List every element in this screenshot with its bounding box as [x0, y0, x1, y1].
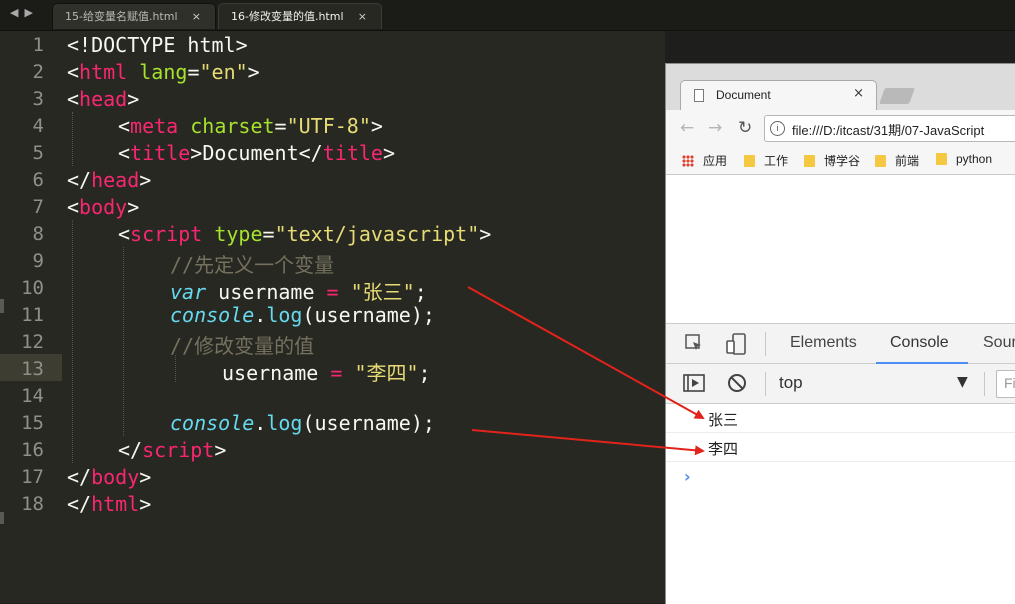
line-number: 3 — [32, 88, 44, 110]
code-line-8: <script type="text/javascript"> — [118, 222, 492, 246]
reload-icon[interactable]: ↻ — [738, 118, 752, 138]
tab-sources[interactable]: Sources — [983, 334, 1015, 352]
editor-tab-label: 15-给变量名赋值.html — [65, 10, 178, 23]
code-line-16: </script> — [118, 438, 227, 462]
close-icon[interactable]: × — [358, 4, 367, 30]
browser-tab[interactable]: Document × — [680, 80, 877, 110]
indent-guide — [72, 220, 73, 463]
code-line-13: username = "李四"; — [222, 361, 431, 385]
dropdown-arrow-icon[interactable]: ▼ — [957, 374, 968, 390]
code-line-5: <title>Document</title> — [118, 141, 395, 165]
bookmark-folder-boxuegu[interactable]: 博学谷 — [804, 152, 860, 169]
line-number: 9 — [32, 250, 44, 272]
code-line-2: <html lang="en"> — [67, 60, 260, 84]
line-number: 7 — [32, 196, 44, 218]
editor-tab-16[interactable]: 16-修改变量的值.html × — [218, 3, 382, 29]
devtools-tab-bar: Elements Console Sources — [666, 323, 1015, 364]
bookmark-folder-python[interactable]: python — [936, 152, 992, 166]
code-line-3: <head> — [67, 87, 140, 111]
filter-input[interactable]: Filter — [996, 370, 1015, 398]
folder-icon — [875, 155, 886, 167]
line-number: 16 — [21, 439, 44, 461]
folder-icon — [744, 155, 755, 167]
browser-window: Document × ← → ↻ i file:///D:/itcast/31期… — [665, 63, 1015, 604]
browser-toolbar: ← → ↻ i file:///D:/itcast/31期/07-JavaScr… — [666, 110, 1015, 175]
toolbar-divider — [765, 332, 766, 356]
line-number: 1 — [32, 34, 44, 56]
clear-console-icon[interactable] — [727, 373, 747, 393]
line-number: 6 — [32, 169, 44, 191]
bookmark-folder-work[interactable]: 工作 — [744, 152, 788, 169]
indent-guide — [72, 112, 73, 166]
page-viewport — [666, 175, 1015, 323]
console-log-line: 张三 — [666, 404, 1015, 433]
browser-tab-title: Document — [716, 88, 771, 102]
line-number: 2 — [32, 61, 44, 83]
code-editor[interactable]: 1 2 3 4 5 6 7 8 9 10 11 12 13 14 15 16 17 18 <!DOCTYPE ht… — [0, 31, 665, 603]
line-number: 4 — [32, 115, 44, 137]
inspect-element-icon[interactable] — [685, 334, 703, 352]
new-tab-button[interactable] — [879, 88, 915, 104]
line-number: 15 — [21, 412, 44, 434]
code-line-12: //修改变量的值 — [170, 334, 315, 358]
devtools-panel: Elements Console Sources top ▼ Filter 张三 — [666, 323, 1015, 604]
line-number: 13 — [21, 358, 44, 380]
bookmark-folder-frontend[interactable]: 前端 — [875, 152, 919, 169]
bookmark-apps[interactable]: 应用 — [682, 152, 727, 169]
filter-placeholder: Filter — [1004, 375, 1015, 391]
line-number: 17 — [21, 466, 44, 488]
indent-guide — [175, 355, 176, 382]
back-arrow-icon[interactable]: ← — [680, 118, 694, 138]
url-text: file:///D:/itcast/31期/07-JavaScript — [792, 123, 985, 138]
code-line-1: <!DOCTYPE html> — [67, 33, 248, 57]
code-line-6: </head> — [67, 168, 152, 192]
code-line-10: var username = "张三"; — [170, 280, 427, 304]
code-line-7: <body> — [67, 195, 140, 219]
code-line-17: </body> — [67, 465, 152, 489]
line-number: 12 — [21, 331, 44, 353]
code-line-18: </html> — [67, 492, 152, 516]
indent-guide — [123, 247, 124, 436]
editor-tab-label: 16-修改变量的值.html — [231, 10, 344, 23]
line-number: 18 — [21, 493, 44, 515]
code-line-9: //先定义一个变量 — [170, 253, 335, 277]
close-icon[interactable]: × — [853, 86, 864, 101]
address-bar[interactable]: i file:///D:/itcast/31期/07-JavaScript — [764, 115, 1015, 142]
console-log-line: 李四 — [666, 433, 1015, 462]
console-toolbar: top ▼ Filter — [666, 364, 1015, 404]
folder-icon — [804, 155, 815, 167]
code-line-11: console.log(username); — [170, 303, 435, 327]
editor-tab-15[interactable]: 15-给变量名赋值.html × — [52, 3, 216, 29]
line-number: 8 — [32, 223, 44, 245]
tab-elements[interactable]: Elements — [790, 334, 857, 352]
line-number-gutter: 1 2 3 4 5 6 7 8 9 10 11 12 13 14 15 16 17 18 — [0, 31, 60, 603]
close-icon[interactable]: × — [192, 4, 201, 30]
browser-tab-strip: Document × — [666, 64, 1015, 110]
code-line-4: <meta charset="UTF-8"> — [118, 114, 383, 138]
apps-grid-icon — [682, 155, 694, 167]
editor-tab-bar: ◀▶ 15-给变量名赋值.html × 16-修改变量的值.html × — [0, 0, 1015, 31]
context-selector[interactable]: top — [779, 373, 803, 393]
toolbar-divider — [765, 372, 766, 396]
toolbar-divider — [984, 372, 985, 396]
bookmarks-bar: 应用 工作 博学谷 前端 python — [666, 148, 1015, 172]
line-number: 14 — [21, 385, 44, 407]
page-icon — [694, 89, 704, 102]
line-number: 5 — [32, 142, 44, 164]
console-prompt-icon[interactable]: › — [684, 467, 691, 486]
tab-scroll-arrows[interactable]: ◀▶ — [10, 6, 39, 19]
show-drawer-icon[interactable] — [683, 374, 705, 392]
browser-chrome: Document × ← → ↻ i file:///D:/itcast/31期… — [666, 64, 1015, 175]
device-toolbar-icon[interactable] — [726, 333, 746, 355]
tab-console[interactable]: Console — [890, 334, 949, 352]
folder-icon — [936, 153, 947, 165]
forward-arrow-icon[interactable]: → — [708, 118, 722, 138]
info-icon[interactable]: i — [770, 121, 785, 136]
line-number: 10 — [21, 277, 44, 299]
line-number: 11 — [21, 304, 44, 326]
code-line-15: console.log(username); — [170, 411, 435, 435]
